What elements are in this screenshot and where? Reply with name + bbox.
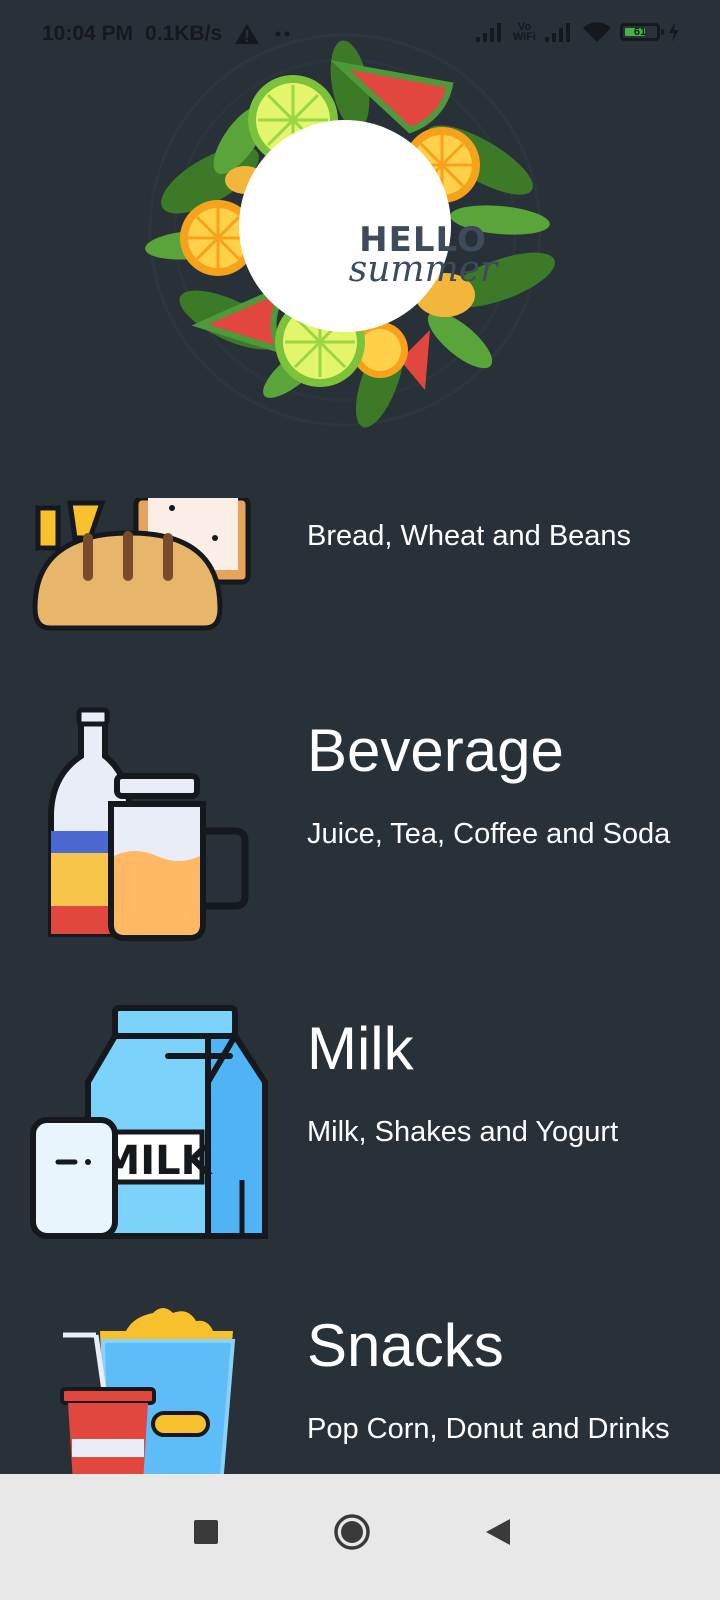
back-triangle-icon — [486, 1519, 510, 1545]
circle-icon — [334, 1514, 370, 1550]
category-title: Beverage — [307, 717, 564, 784]
category-item-bread[interactable]: Bread, Wheat and Beans — [0, 495, 720, 648]
bread-icon — [30, 495, 270, 642]
category-title: Milk — [307, 1015, 414, 1082]
category-item-beverage[interactable]: Beverage Juice, Tea, Coffee and Soda — [0, 700, 720, 950]
beverage-icon — [45, 706, 255, 946]
category-item-snacks[interactable]: Snacks Pop Corn, Donut and Drinks — [0, 1295, 720, 1531]
home-button[interactable] — [322, 1502, 382, 1562]
hello-summer-banner: HELLO summer — [80, 30, 640, 430]
category-subtitle: Milk, Shakes and Yogurt — [307, 1116, 619, 1148]
category-subtitle: Bread, Wheat and Beans — [307, 520, 632, 552]
charging-icon — [669, 22, 679, 42]
app-screen: 10:04 PM 0.1KB/s Vo WiFi 61 HELLO summer… — [0, 0, 720, 1600]
milk-carton-icon: MILK — [30, 1002, 270, 1246]
system-navigation-bar — [0, 1474, 720, 1600]
category-title: Snacks — [307, 1312, 504, 1379]
category-subtitle: Pop Corn, Donut and Drinks — [307, 1413, 670, 1445]
banner-summer-text: summer — [348, 249, 498, 290]
category-item-milk[interactable]: MILK Milk Milk, Shakes and Yogurt — [0, 998, 720, 1248]
square-icon — [194, 1520, 218, 1544]
back-button[interactable] — [468, 1502, 528, 1562]
category-subtitle: Juice, Tea, Coffee and Soda — [307, 818, 671, 850]
recents-button[interactable] — [176, 1502, 236, 1562]
